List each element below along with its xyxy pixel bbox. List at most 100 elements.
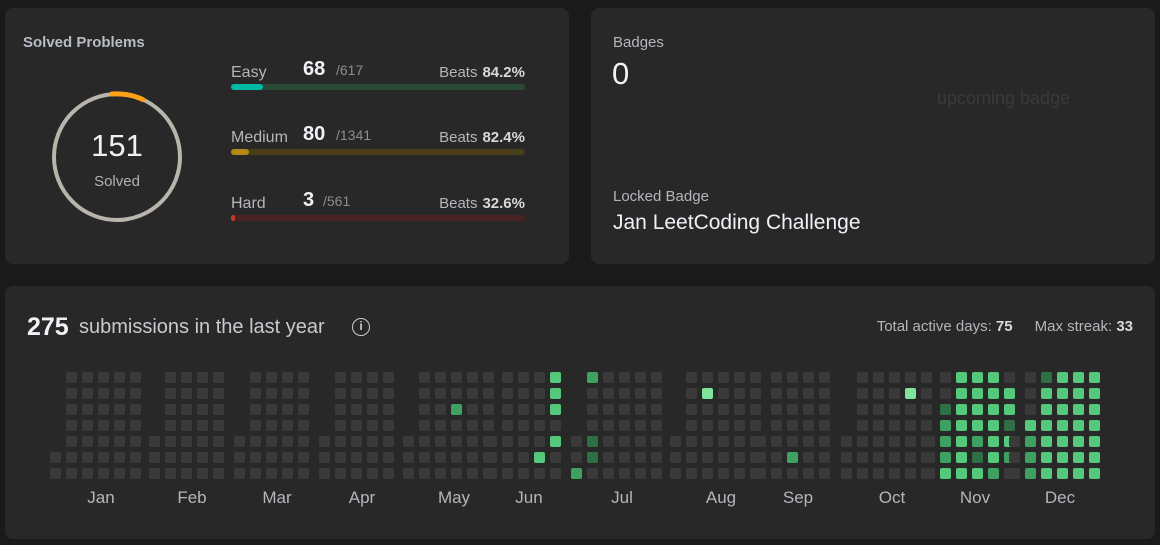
heatmap-cell[interactable] xyxy=(686,436,697,447)
heatmap-cell[interactable] xyxy=(383,436,394,447)
heatmap-cell[interactable] xyxy=(686,388,697,399)
heatmap-cell[interactable] xyxy=(718,468,729,479)
heatmap-cell[interactable] xyxy=(1057,404,1068,415)
heatmap-cell[interactable] xyxy=(181,404,192,415)
heatmap-cell[interactable] xyxy=(1009,468,1020,479)
heatmap-cell[interactable] xyxy=(803,420,814,431)
heatmap-cell[interactable] xyxy=(857,404,868,415)
heatmap-cell[interactable] xyxy=(165,420,176,431)
heatmap-cell[interactable] xyxy=(550,436,561,447)
heatmap-cell[interactable] xyxy=(1089,452,1100,463)
heatmap-cell[interactable] xyxy=(534,388,545,399)
heatmap-cell[interactable] xyxy=(502,388,513,399)
heatmap-cell[interactable] xyxy=(181,468,192,479)
heatmap-cell[interactable] xyxy=(181,436,192,447)
heatmap-cell[interactable] xyxy=(234,436,245,447)
heatmap-cell[interactable] xyxy=(734,404,745,415)
heatmap-cell[interactable] xyxy=(1041,436,1052,447)
heatmap-cell[interactable] xyxy=(282,420,293,431)
heatmap-cell[interactable] xyxy=(298,436,309,447)
heatmap-cell[interactable] xyxy=(1004,388,1015,399)
heatmap-cell[interactable] xyxy=(619,372,630,383)
heatmap-cell[interactable] xyxy=(213,452,224,463)
heatmap-cell[interactable] xyxy=(149,452,160,463)
heatmap-cell[interactable] xyxy=(486,468,497,479)
heatmap-cell[interactable] xyxy=(82,452,93,463)
heatmap-cell[interactable] xyxy=(841,468,852,479)
heatmap-cell[interactable] xyxy=(451,468,462,479)
heatmap-cell[interactable] xyxy=(367,388,378,399)
heatmap-cell[interactable] xyxy=(165,436,176,447)
heatmap-cell[interactable] xyxy=(130,372,141,383)
heatmap-cell[interactable] xyxy=(787,420,798,431)
heatmap-cell[interactable] xyxy=(403,452,414,463)
heatmap-cell[interactable] xyxy=(819,436,830,447)
heatmap-cell[interactable] xyxy=(419,388,430,399)
heatmap-cell[interactable] xyxy=(1009,436,1020,447)
heatmap-cell[interactable] xyxy=(1057,372,1068,383)
heatmap-cell[interactable] xyxy=(905,436,916,447)
heatmap-cell[interactable] xyxy=(686,468,697,479)
heatmap-cell[interactable] xyxy=(502,404,513,415)
heatmap-cell[interactable] xyxy=(956,420,967,431)
heatmap-cell[interactable] xyxy=(435,452,446,463)
heatmap-cell[interactable] xyxy=(435,420,446,431)
heatmap-cell[interactable] xyxy=(282,372,293,383)
heatmap-cell[interactable] xyxy=(298,404,309,415)
heatmap-cell[interactable] xyxy=(857,468,868,479)
heatmap-cell[interactable] xyxy=(435,388,446,399)
heatmap-cell[interactable] xyxy=(940,404,951,415)
heatmap-cell[interactable] xyxy=(282,468,293,479)
heatmap-cell[interactable] xyxy=(213,388,224,399)
heatmap-cell[interactable] xyxy=(571,452,582,463)
heatmap-cell[interactable] xyxy=(534,404,545,415)
heatmap-cell[interactable] xyxy=(435,372,446,383)
heatmap-cell[interactable] xyxy=(266,420,277,431)
heatmap-cell[interactable] xyxy=(130,436,141,447)
heatmap-cell[interactable] xyxy=(1089,388,1100,399)
heatmap-cell[interactable] xyxy=(467,468,478,479)
heatmap-cell[interactable] xyxy=(841,436,852,447)
heatmap-cell[interactable] xyxy=(1025,452,1036,463)
heatmap-cell[interactable] xyxy=(924,452,935,463)
heatmap-cell[interactable] xyxy=(1073,468,1084,479)
heatmap-cell[interactable] xyxy=(734,436,745,447)
heatmap-cell[interactable] xyxy=(451,388,462,399)
heatmap-cell[interactable] xyxy=(940,420,951,431)
heatmap-cell[interactable] xyxy=(651,468,662,479)
heatmap-cell[interactable] xyxy=(435,468,446,479)
heatmap-cell[interactable] xyxy=(518,420,529,431)
heatmap-cell[interactable] xyxy=(619,404,630,415)
heatmap-cell[interactable] xyxy=(1025,468,1036,479)
heatmap-cell[interactable] xyxy=(335,420,346,431)
heatmap-cell[interactable] xyxy=(298,468,309,479)
heatmap-cell[interactable] xyxy=(787,388,798,399)
heatmap-cell[interactable] xyxy=(803,388,814,399)
heatmap-cell[interactable] xyxy=(197,468,208,479)
heatmap-cell[interactable] xyxy=(383,388,394,399)
heatmap-cell[interactable] xyxy=(98,436,109,447)
heatmap-cell[interactable] xyxy=(50,468,61,479)
heatmap-cell[interactable] xyxy=(587,372,598,383)
heatmap-cell[interactable] xyxy=(651,452,662,463)
heatmap-cell[interactable] xyxy=(603,468,614,479)
heatmap-cell[interactable] xyxy=(702,436,713,447)
heatmap-cell[interactable] xyxy=(889,468,900,479)
heatmap-cell[interactable] xyxy=(82,468,93,479)
heatmap-cell[interactable] xyxy=(66,452,77,463)
heatmap-cell[interactable] xyxy=(651,436,662,447)
heatmap-cell[interactable] xyxy=(587,404,598,415)
heatmap-cell[interactable] xyxy=(502,372,513,383)
heatmap-cell[interactable] xyxy=(197,420,208,431)
heatmap-cell[interactable] xyxy=(114,468,125,479)
heatmap-cell[interactable] xyxy=(803,452,814,463)
heatmap-cell[interactable] xyxy=(988,452,999,463)
heatmap-cell[interactable] xyxy=(1057,452,1068,463)
heatmap-cell[interactable] xyxy=(66,404,77,415)
heatmap-cell[interactable] xyxy=(702,404,713,415)
heatmap-cell[interactable] xyxy=(534,436,545,447)
heatmap-cell[interactable] xyxy=(651,404,662,415)
heatmap-cell[interactable] xyxy=(114,388,125,399)
heatmap-cell[interactable] xyxy=(534,452,545,463)
heatmap-cell[interactable] xyxy=(319,452,330,463)
